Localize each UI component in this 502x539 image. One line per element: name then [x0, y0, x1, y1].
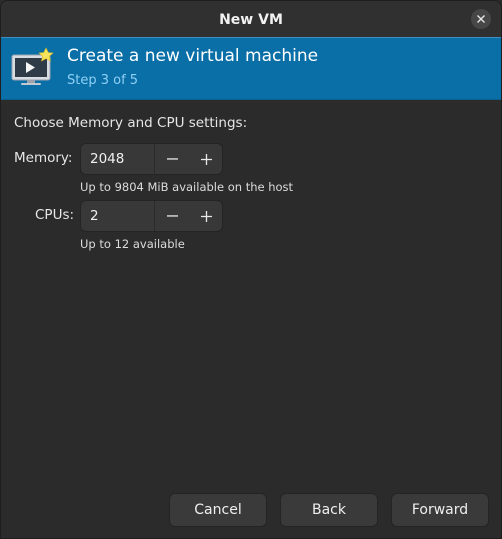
forward-button[interactable]: Forward [391, 493, 489, 527]
memory-increment-button[interactable] [189, 144, 223, 174]
new-vm-dialog: New VM Create a new virtual machine Step… [0, 0, 502, 539]
memory-hint: Up to 9804 MiB available on the host [80, 180, 294, 194]
cpus-decrement-button[interactable] [155, 201, 189, 231]
memory-value-input[interactable]: 2048 [90, 144, 124, 174]
cpus-value-input[interactable]: 2 [90, 201, 99, 231]
wizard-title: Create a new virtual machine [67, 46, 319, 66]
cancel-button[interactable]: Cancel [169, 493, 267, 527]
plus-icon [200, 153, 212, 165]
title-bar: New VM [1, 1, 501, 37]
memory-spinbutton: 2048 [80, 143, 223, 175]
cpus-increment-button[interactable] [189, 201, 223, 231]
cpus-spinbutton: 2 [80, 200, 223, 232]
minus-icon [166, 158, 178, 160]
vm-monitor-icon [11, 47, 54, 85]
settings-heading: Choose Memory and CPU settings: [14, 115, 248, 131]
wizard-step-indicator: Step 3 of 5 [67, 73, 139, 88]
plus-icon [200, 210, 212, 222]
memory-decrement-button[interactable] [155, 144, 189, 174]
wizard-header-banner: Create a new virtual machine Step 3 of 5 [1, 37, 501, 100]
memory-label: Memory: [14, 150, 73, 166]
close-icon [477, 15, 485, 23]
close-button[interactable] [471, 9, 491, 29]
cpus-hint: Up to 12 available [80, 237, 185, 251]
back-button[interactable]: Back [280, 493, 378, 527]
cpus-label: CPUs: [35, 207, 75, 223]
minus-icon [166, 215, 178, 217]
window-title: New VM [219, 12, 283, 28]
